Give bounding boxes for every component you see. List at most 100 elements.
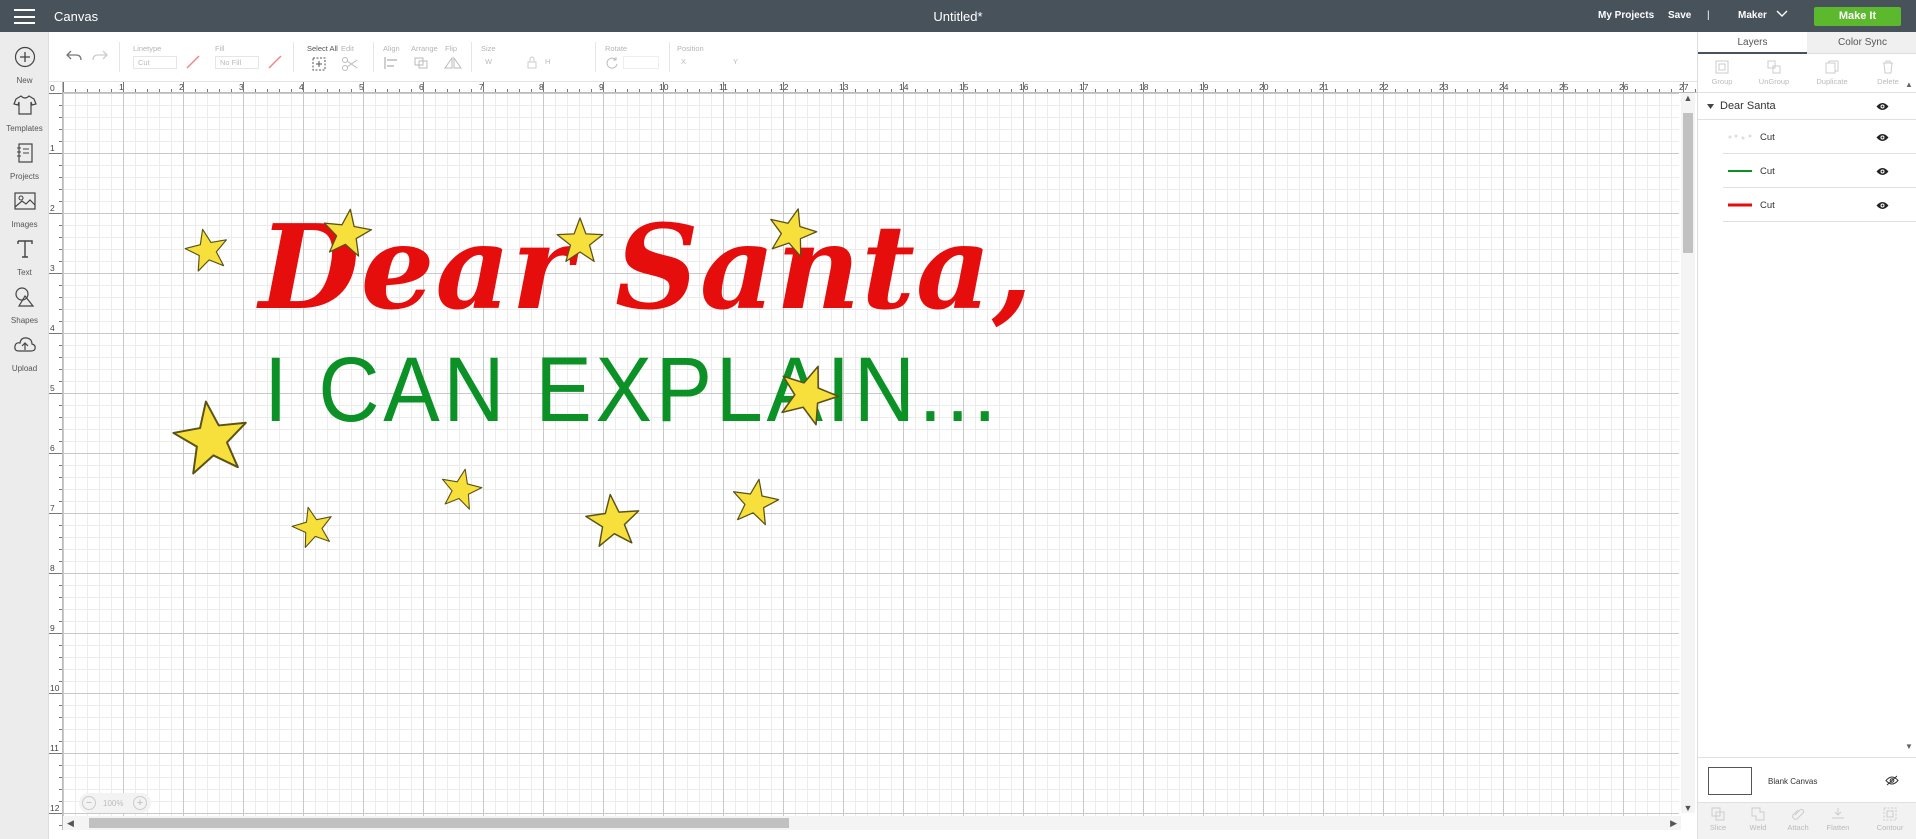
- tshirt-icon: [12, 95, 37, 115]
- sidebar-item-shapes[interactable]: Shapes: [0, 278, 49, 330]
- star-shape[interactable]: [581, 489, 645, 553]
- undo-icon[interactable]: [65, 49, 83, 63]
- size-w-field[interactable]: W: [481, 56, 523, 69]
- contour-button[interactable]: Contour: [1870, 807, 1910, 832]
- ruler-v-label: 0: [50, 83, 55, 93]
- scroll-up-arrow-icon[interactable]: ▲: [1681, 93, 1695, 103]
- ruler-v-label: 11: [50, 743, 59, 753]
- design-text-i-can-explain[interactable]: I CAN EXPLAIN...: [264, 344, 1000, 436]
- sidebar-item-new[interactable]: New: [0, 38, 49, 90]
- save-link[interactable]: Save: [1668, 10, 1691, 21]
- ruler-v-label: 9: [50, 623, 55, 633]
- align-label: Align: [383, 44, 400, 53]
- star-shape[interactable]: [726, 473, 784, 531]
- rotate-field[interactable]: [623, 56, 659, 69]
- position-x-field[interactable]: X: [677, 56, 725, 69]
- vertical-scroll-thumb[interactable]: [1683, 113, 1693, 253]
- ruler-v-label: 12: [50, 803, 60, 813]
- eye-hidden-icon[interactable]: [1885, 775, 1899, 786]
- weld-button[interactable]: Weld: [1738, 807, 1778, 832]
- layer-row[interactable]: Cut: [1723, 155, 1916, 188]
- eye-icon[interactable]: [1876, 102, 1889, 111]
- linetype-color-swatch-icon[interactable]: [185, 54, 201, 70]
- linetype-select[interactable]: Cut: [133, 56, 177, 69]
- design-text-dear-santa[interactable]: Dear Santa,: [259, 210, 1033, 326]
- duplicate-label: Duplicate: [1816, 77, 1848, 86]
- tab-layers[interactable]: Layers: [1698, 32, 1807, 54]
- star-shape[interactable]: [180, 223, 235, 278]
- sidebar-item-text[interactable]: Text: [0, 230, 49, 282]
- scroll-right-arrow-icon[interactable]: ▶: [1670, 816, 1677, 830]
- select-all-icon[interactable]: [311, 56, 327, 72]
- arrange-icon[interactable]: [413, 56, 433, 70]
- size-h-field[interactable]: H: [541, 56, 583, 69]
- ruler-v-label: 4: [50, 323, 55, 333]
- star-shape[interactable]: [435, 463, 487, 515]
- redo-icon[interactable]: [91, 49, 109, 63]
- attach-button[interactable]: Attach: [1778, 807, 1818, 832]
- ruler-v-label: 7: [50, 503, 55, 513]
- my-projects-link[interactable]: My Projects: [1598, 10, 1654, 21]
- eye-icon[interactable]: [1876, 201, 1889, 210]
- blank-canvas-swatch[interactable]: [1708, 767, 1752, 795]
- horizontal-scrollbar[interactable]: ◀ ▶: [63, 816, 1681, 830]
- sidebar-label-shapes: Shapes: [10, 316, 39, 325]
- zoom-in-button[interactable]: +: [133, 796, 147, 810]
- sidebar-item-upload[interactable]: Upload: [0, 326, 49, 378]
- caret-down-icon[interactable]: [1707, 104, 1714, 110]
- sidebar-item-templates[interactable]: Templates: [0, 86, 49, 138]
- blank-canvas-row[interactable]: Blank Canvas: [1698, 757, 1916, 801]
- design-canvas[interactable]: [49, 82, 1679, 830]
- position-y-field[interactable]: Y: [729, 56, 777, 69]
- eye-icon[interactable]: [1876, 133, 1889, 142]
- panel-scroll-down-icon[interactable]: ▼: [1903, 742, 1915, 751]
- align-icon[interactable]: [383, 56, 401, 70]
- rotate-icon[interactable]: [605, 56, 619, 70]
- fill-label: Fill: [215, 44, 225, 53]
- trash-icon: [1883, 60, 1893, 74]
- delete-label: Delete: [1877, 77, 1899, 86]
- app-name: Canvas: [54, 9, 99, 24]
- eye-icon[interactable]: [1876, 167, 1889, 176]
- group-button[interactable]: Group: [1698, 58, 1746, 86]
- flatten-button[interactable]: Flatten: [1818, 807, 1858, 832]
- star-shape[interactable]: [318, 204, 377, 263]
- vertical-scrollbar[interactable]: ▲ ▼: [1681, 93, 1695, 813]
- layer-group-row[interactable]: Dear Santa: [1698, 92, 1916, 120]
- select-all-label: Select All: [307, 44, 338, 53]
- text-icon: [16, 240, 33, 258]
- layer-row[interactable]: Cut: [1723, 189, 1916, 222]
- machine-select[interactable]: Maker: [1738, 10, 1788, 21]
- layer-row[interactable]: Cut: [1723, 121, 1916, 154]
- layer-thumb-stars: [1728, 134, 1752, 140]
- horizontal-scroll-thumb[interactable]: [89, 818, 789, 828]
- hamburger-menu-icon[interactable]: [14, 9, 35, 24]
- sidebar-item-images[interactable]: Images: [0, 182, 49, 234]
- flip-icon[interactable]: [443, 56, 463, 70]
- star-shape[interactable]: [555, 216, 605, 266]
- lock-ratio-icon[interactable]: [527, 56, 537, 69]
- make-it-button[interactable]: Make It: [1814, 7, 1901, 26]
- layer-name: Cut: [1760, 132, 1775, 143]
- group-icon: [1715, 60, 1729, 74]
- fill-select[interactable]: No Fill: [215, 56, 259, 69]
- ungroup-button[interactable]: UnGroup: [1750, 58, 1798, 86]
- scissors-icon[interactable]: [341, 56, 361, 72]
- zoom-out-button[interactable]: −: [82, 796, 96, 810]
- scroll-left-arrow-icon[interactable]: ◀: [67, 816, 74, 830]
- panel-scroll-up-icon[interactable]: ▲: [1903, 80, 1915, 89]
- sidebar-item-projects[interactable]: Projects: [0, 134, 49, 186]
- star-shape[interactable]: [166, 393, 256, 483]
- attach-label: Attach: [1787, 823, 1809, 832]
- left-sidebar: New Templates Projects Images Text Shape…: [0, 32, 49, 839]
- zoom-level: 100%: [103, 799, 124, 808]
- zoom-control: − 100% +: [79, 793, 151, 813]
- scroll-down-arrow-icon[interactable]: ▼: [1681, 803, 1695, 813]
- arrange-label: Arrange: [411, 44, 438, 53]
- slice-button[interactable]: Slice: [1698, 807, 1738, 832]
- fill-color-swatch-icon[interactable]: [267, 54, 283, 70]
- cloud-upload-icon: [13, 337, 36, 352]
- duplicate-button[interactable]: Duplicate: [1808, 58, 1856, 86]
- slice-label: Slice: [1709, 823, 1727, 832]
- tab-color-sync[interactable]: Color Sync: [1808, 32, 1916, 54]
